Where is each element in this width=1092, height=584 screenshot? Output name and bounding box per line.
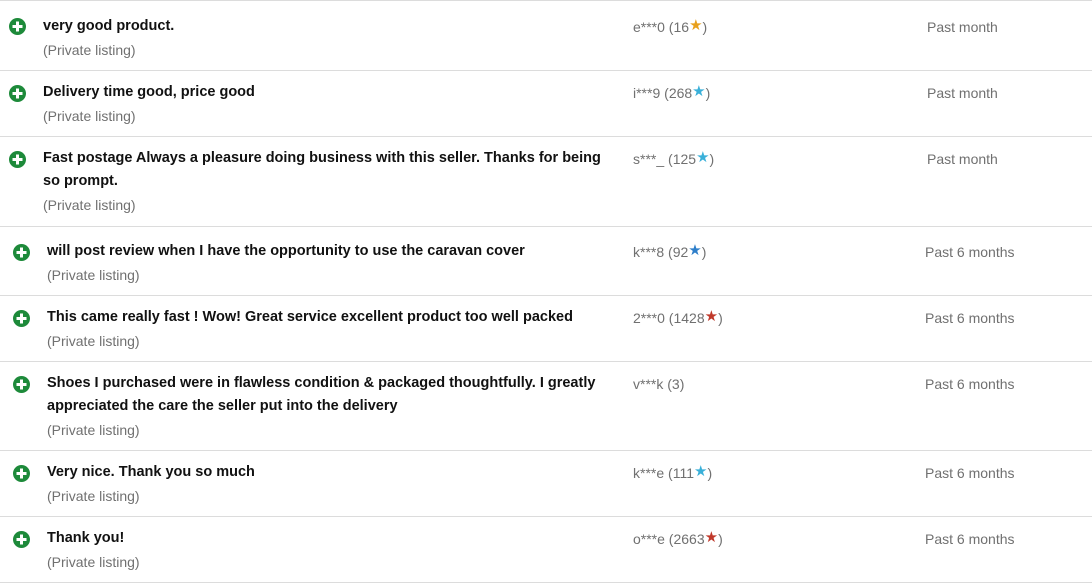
plus-circle-icon	[9, 18, 26, 35]
buyer-name: s***_	[633, 151, 665, 167]
feedback-comment: This came really fast ! Wow! Great servi…	[47, 309, 573, 325]
buyer-score: 2663	[673, 531, 705, 547]
listing-label: (Private listing)	[47, 422, 140, 438]
buyer-info[interactable]: 2***0 (1428★)	[633, 308, 723, 328]
buyer-info[interactable]: i***9 (268★)	[633, 83, 710, 103]
buyer-name: i***9	[633, 85, 661, 101]
star-icon: ★	[692, 83, 706, 100]
comment-line: Shoes I purchased were in flawless condi…	[47, 375, 596, 391]
star-icon: ★	[688, 242, 702, 259]
star-icon: ★	[696, 149, 710, 166]
feedback-row: Very nice. Thank you so much (Private li…	[0, 451, 1092, 517]
buyer-info[interactable]: v***k (3)	[633, 375, 684, 393]
listing-label: (Private listing)	[47, 488, 140, 504]
feedback-comment: Shoes I purchased were in flawless condi…	[47, 372, 623, 418]
buyer-name: v***k	[633, 376, 664, 392]
star-icon: ★	[704, 529, 719, 546]
feedback-period: Past 6 months	[925, 376, 1015, 392]
feedback-comment: Fast postage Always a pleasure doing bus…	[43, 147, 623, 193]
feedback-period: Past month	[927, 151, 998, 167]
feedback-period: Past 6 months	[925, 244, 1015, 260]
comment-line: Fast postage Always a pleasure doing bus…	[43, 150, 601, 166]
feedback-period: Past month	[927, 85, 998, 101]
star-icon: ★	[689, 17, 703, 34]
plus-circle-icon	[13, 531, 30, 548]
buyer-score: 1428	[673, 310, 705, 326]
buyer-info[interactable]: k***e (111★)	[633, 463, 712, 483]
star-icon: ★	[704, 308, 719, 325]
buyer-score: 111	[672, 465, 694, 481]
buyer-score: 125	[672, 151, 697, 167]
feedback-period: Past 6 months	[925, 310, 1015, 326]
buyer-name: 2***0	[633, 310, 665, 326]
feedback-period: Past month	[927, 19, 998, 35]
buyer-name: k***e	[633, 465, 665, 481]
buyer-info[interactable]: s***_ (125★)	[633, 149, 714, 169]
listing-label: (Private listing)	[43, 42, 136, 58]
buyer-name: e***0	[633, 19, 665, 35]
listing-label: (Private listing)	[47, 267, 140, 283]
feedback-comment: will post review when I have the opportu…	[47, 243, 525, 259]
feedback-period: Past 6 months	[925, 465, 1015, 481]
buyer-score: 16	[673, 19, 690, 35]
feedback-row: Fast postage Always a pleasure doing bus…	[0, 137, 1092, 227]
feedback-row: This came really fast ! Wow! Great servi…	[0, 296, 1092, 362]
buyer-name: k***8	[633, 244, 665, 260]
feedback-row: Delivery time good, price good (Private …	[0, 71, 1092, 137]
feedback-row: Thank you! (Private listing) o***e (2663…	[0, 517, 1092, 583]
feedback-comment: very good product.	[43, 18, 175, 34]
feedback-comment: Delivery time good, price good	[43, 84, 255, 100]
plus-circle-icon	[13, 310, 30, 327]
star-icon: ★	[693, 463, 708, 480]
listing-label: (Private listing)	[47, 554, 140, 570]
listing-label: (Private listing)	[47, 333, 140, 349]
plus-circle-icon	[13, 244, 30, 261]
feedback-row: will post review when I have the opportu…	[0, 227, 1092, 296]
buyer-score: 268	[668, 85, 693, 101]
listing-label: (Private listing)	[43, 197, 136, 213]
feedback-list: very good product. (Private listing) e**…	[0, 0, 1092, 584]
feedback-comment: Thank you!	[47, 530, 125, 546]
feedback-period: Past 6 months	[925, 531, 1015, 547]
buyer-score: 3	[671, 376, 680, 392]
buyer-info[interactable]: e***0 (16★)	[633, 17, 707, 37]
listing-label: (Private listing)	[43, 108, 136, 124]
comment-line: so prompt.	[43, 173, 118, 189]
buyer-info[interactable]: o***e (2663★)	[633, 529, 723, 549]
buyer-name: o***e	[633, 531, 665, 547]
feedback-row: very good product. (Private listing) e**…	[0, 4, 1092, 71]
plus-circle-icon	[13, 465, 30, 482]
buyer-info[interactable]: k***8 (92★)	[633, 242, 706, 262]
buyer-score: 92	[672, 244, 689, 260]
comment-line: appreciated the care the seller put into…	[47, 398, 398, 414]
plus-circle-icon	[9, 151, 26, 168]
feedback-comment: Very nice. Thank you so much	[47, 464, 255, 480]
plus-circle-icon	[13, 376, 30, 393]
feedback-row: Shoes I purchased were in flawless condi…	[0, 362, 1092, 451]
plus-circle-icon	[9, 85, 26, 102]
